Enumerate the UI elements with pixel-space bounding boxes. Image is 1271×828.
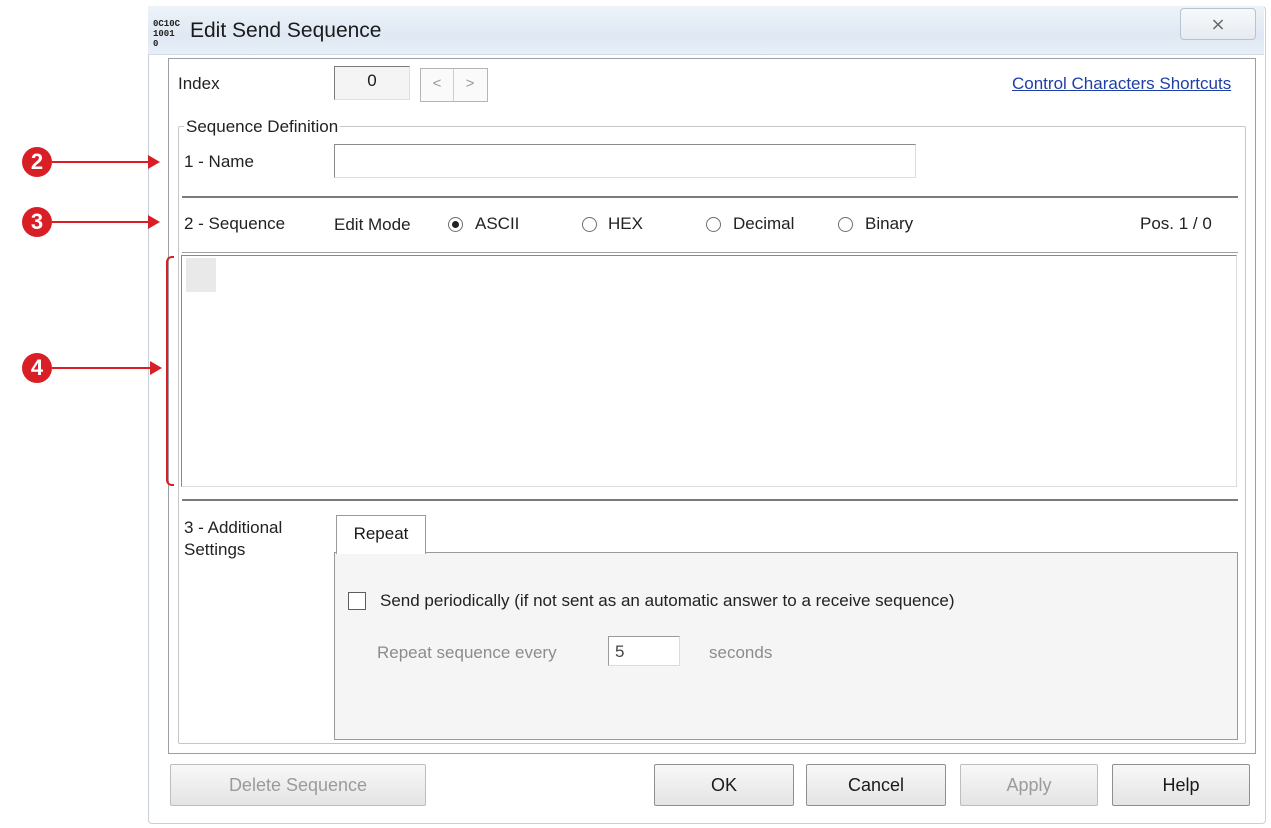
control-characters-shortcuts-link[interactable]: Control Characters Shortcuts [1012, 74, 1231, 94]
decimal-radio[interactable] [706, 217, 721, 232]
close-icon: ⨯ [1210, 14, 1226, 34]
ascii-radio[interactable] [448, 217, 463, 232]
send-periodically-text: Send periodically [380, 591, 510, 610]
annotation-arrowhead-4 [150, 361, 162, 375]
index-label: Index [178, 74, 220, 93]
edit-mode-label: Edit Mode [334, 215, 411, 234]
additional-settings-label-line1: 3 - Additional [184, 518, 283, 537]
annotation-arrowhead-3 [148, 215, 160, 229]
ok-button[interactable]: OK [654, 764, 794, 806]
send-periodically-checkbox[interactable] [348, 592, 366, 610]
repeat-interval-input[interactable]: 5 [608, 636, 680, 666]
sequence-definition-title: Sequence Definition [184, 117, 341, 137]
hex-radio-label[interactable]: HEX [608, 214, 643, 234]
sequence-label: 2 - Sequence [184, 214, 286, 233]
help-button[interactable]: Help [1112, 764, 1250, 806]
editor-separator [182, 499, 1238, 501]
annotation-marker-3: 3 [22, 207, 52, 237]
binary-radio-label[interactable]: Binary [865, 214, 913, 234]
decimal-radio-label[interactable]: Decimal [733, 214, 794, 234]
sequence-separator [182, 252, 1238, 253]
additional-settings-label-line2: Settings [184, 540, 246, 559]
cursor-position: Pos. 1 / 0 [1140, 214, 1212, 233]
annotation-marker-2: 2 [22, 147, 52, 177]
delete-sequence-button[interactable]: Delete Sequence [170, 764, 426, 806]
sequence-editor[interactable] [181, 255, 1237, 487]
repeat-sequence-label: Repeat sequence every [377, 643, 557, 662]
cancel-button[interactable]: Cancel [806, 764, 946, 806]
ascii-radio-label[interactable]: ASCII [475, 214, 519, 234]
send-periodically-label[interactable]: Send periodically (if not sent as an aut… [380, 591, 955, 611]
tab-repeat[interactable]: Repeat [336, 515, 426, 554]
sequence-editor-cursor-cell[interactable] [186, 258, 216, 292]
annotation-bracket-4 [166, 256, 174, 486]
index-navigator: < > [420, 68, 488, 102]
name-separator [182, 196, 1238, 198]
next-index-button[interactable]: > [454, 69, 486, 101]
close-button[interactable]: ⨯ [1180, 8, 1256, 40]
repeat-unit-label: seconds [709, 643, 773, 662]
annotation-arrow-4 [52, 367, 152, 369]
index-value: 0 [334, 66, 410, 100]
name-label: 1 - Name [184, 152, 254, 171]
annotation-marker-4: 4 [22, 353, 52, 383]
send-periodically-note: (if not sent as an automatic answer to a… [514, 591, 955, 610]
annotation-arrow-2 [52, 161, 148, 163]
annotation-arrowhead-2 [148, 155, 160, 169]
previous-index-button[interactable]: < [421, 69, 454, 101]
hex-radio[interactable] [582, 217, 597, 232]
apply-button[interactable]: Apply [960, 764, 1098, 806]
annotation-arrow-3 [52, 221, 148, 223]
binary-radio[interactable] [838, 217, 853, 232]
window-title: Edit Send Sequence [190, 19, 382, 42]
name-input[interactable] [334, 144, 916, 178]
binary-app-icon: 0C10C 1001 0 [153, 19, 181, 49]
